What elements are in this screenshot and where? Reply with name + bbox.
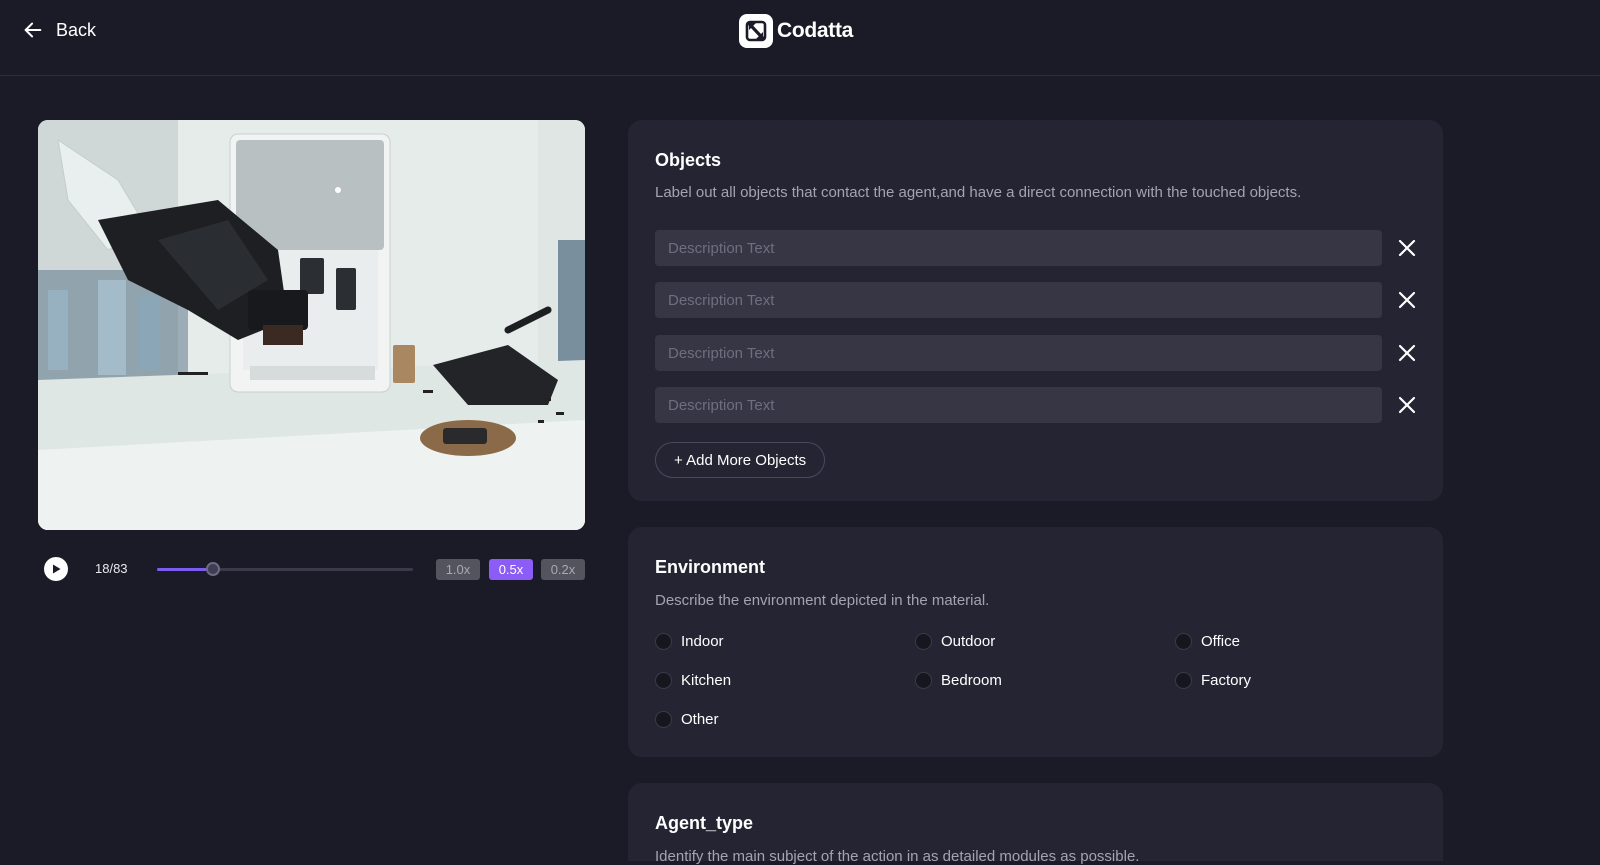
environment-description: Describe the environment depicted in the… xyxy=(655,592,990,609)
close-icon[interactable] xyxy=(1396,289,1418,311)
object-row xyxy=(655,230,1418,266)
radio-indoor[interactable]: Indoor xyxy=(655,630,724,652)
object-description-input[interactable] xyxy=(655,282,1382,318)
close-icon[interactable] xyxy=(1396,342,1418,364)
video-frame xyxy=(38,120,585,530)
back-button[interactable]: Back xyxy=(22,17,96,43)
play-icon xyxy=(53,564,61,574)
radio-factory[interactable]: Factory xyxy=(1175,669,1251,691)
radio-label: Bedroom xyxy=(941,671,1002,689)
radio-label: Other xyxy=(681,710,719,728)
progress-slider[interactable] xyxy=(157,562,413,576)
radio-circle[interactable] xyxy=(655,671,672,689)
play-button[interactable] xyxy=(44,557,68,581)
brand-logo: Codatta xyxy=(739,13,853,49)
radio-circle[interactable] xyxy=(655,632,672,650)
objects-card: Objects Label out all objects that conta… xyxy=(628,120,1443,501)
radio-circle[interactable] xyxy=(915,632,932,650)
speed-0-2x-button[interactable]: 0.2x xyxy=(541,559,585,580)
video-preview[interactable] xyxy=(38,120,585,530)
radio-circle[interactable] xyxy=(1175,632,1192,650)
close-icon[interactable] xyxy=(1396,237,1418,259)
objects-description: Label out all objects that contact the a… xyxy=(655,184,1302,201)
object-row xyxy=(655,282,1418,318)
radio-circle[interactable] xyxy=(915,671,932,689)
radio-label: Outdoor xyxy=(941,632,996,650)
radio-bedroom[interactable]: Bedroom xyxy=(915,669,1002,691)
progress-thumb[interactable] xyxy=(205,562,220,576)
radio-other[interactable]: Other xyxy=(655,708,719,730)
environment-title: Environment xyxy=(655,557,766,577)
arrow-left-icon xyxy=(24,22,42,38)
agent-type-card: Agent_type Identify the main subject of … xyxy=(628,783,1443,865)
back-label: Back xyxy=(56,19,97,40)
radio-circle[interactable] xyxy=(655,710,672,728)
video-player-controls: 18/83 1.0x 0.5x 0.2x xyxy=(42,556,586,582)
top-bar: Back Codatta xyxy=(0,0,1600,76)
radio-outdoor[interactable]: Outdoor xyxy=(915,630,995,652)
object-row xyxy=(655,387,1418,423)
radio-label: Office xyxy=(1201,632,1240,650)
radio-kitchen[interactable]: Kitchen xyxy=(655,669,731,691)
radio-office[interactable]: Office xyxy=(1175,630,1240,652)
add-more-objects-button[interactable]: + Add More Objects xyxy=(655,442,826,478)
close-icon[interactable] xyxy=(1396,394,1418,416)
objects-title: Objects xyxy=(655,150,722,170)
speed-1x-button[interactable]: 1.0x xyxy=(436,559,480,580)
object-description-input[interactable] xyxy=(655,387,1382,423)
radio-circle[interactable] xyxy=(1175,671,1192,689)
frame-counter: 18/83 xyxy=(95,561,128,576)
object-description-input[interactable] xyxy=(655,335,1382,371)
speed-0-5x-button[interactable]: 0.5x xyxy=(489,559,533,580)
agent-type-description: Identify the main subject of the action … xyxy=(655,848,1140,865)
agent-type-title: Agent_type xyxy=(655,813,754,833)
environment-card: Environment Describe the environment dep… xyxy=(628,527,1443,757)
brand-name: Codatta xyxy=(777,19,854,42)
progress-fill xyxy=(157,568,213,571)
object-description-input[interactable] xyxy=(655,230,1382,266)
codatta-logo-icon xyxy=(739,14,773,48)
object-row xyxy=(655,335,1418,371)
radio-label: Kitchen xyxy=(681,671,732,689)
radio-label: Indoor xyxy=(681,632,724,650)
radio-label: Factory xyxy=(1201,671,1252,689)
